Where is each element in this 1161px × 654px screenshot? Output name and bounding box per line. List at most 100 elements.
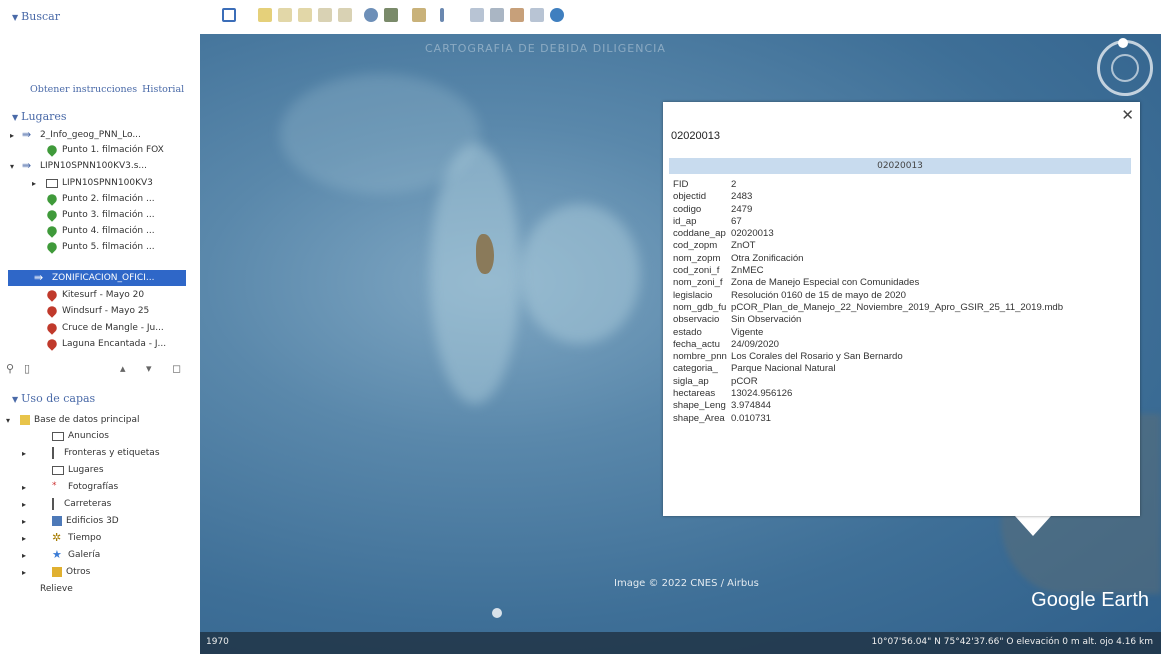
expand-triangle-icon: ▼	[12, 395, 19, 404]
expand-arrow-icon[interactable]: ▸	[22, 449, 26, 458]
navigation-ring-inner[interactable]	[1111, 54, 1139, 82]
google-earth-logo: Google Earth	[1031, 589, 1149, 611]
info-balloon: ✕ 02020013 02020013 FID 2 objectid 2483 codi…	[663, 102, 1140, 516]
gallery-icon: ★	[52, 548, 62, 561]
places-item[interactable]: Windsurf - Mayo 25	[45, 303, 149, 319]
attribute-row: categoria_ Parque Nacional Natural	[673, 363, 1133, 375]
save-image-icon[interactable]	[510, 8, 524, 22]
close-icon[interactable]: ✕	[1121, 106, 1134, 124]
map-toolbar	[200, 0, 1161, 34]
attribute-value: Vigente	[731, 326, 764, 338]
expand-arrow-icon[interactable]: ▸	[10, 131, 14, 140]
ruler-icon[interactable]	[440, 8, 444, 22]
attribute-key: codigo	[673, 203, 702, 215]
layers-panel-header[interactable]: ▼ Uso de capas	[12, 392, 95, 405]
layer-item[interactable]: Lugares	[52, 462, 104, 478]
places-item[interactable]: Cruce de Mangle - Ju...	[45, 320, 164, 336]
layer-item[interactable]: Anuncios	[52, 428, 109, 444]
expand-arrow-icon[interactable]: ▸	[22, 568, 26, 577]
attribute-value: Sin Observación	[731, 314, 802, 326]
north-icon[interactable]	[1118, 38, 1128, 48]
path-icon[interactable]	[298, 8, 312, 22]
expand-arrow-icon[interactable]: ▸	[22, 517, 26, 526]
earth-icon[interactable]	[550, 8, 564, 22]
directions-link[interactable]: Obtener instrucciones	[30, 84, 137, 95]
attribute-row: hectareas 13024.956126	[673, 388, 1133, 400]
attribute-key: shape_Leng	[673, 400, 726, 412]
sidebar: ▼ Buscar Obtener instrucciones Historial ▼…	[0, 0, 200, 654]
layer-item[interactable]: ▸ ★ Galería	[22, 547, 100, 563]
pushpin-icon	[45, 321, 59, 335]
history-link[interactable]: Historial	[142, 84, 184, 95]
pushpin-icon	[45, 192, 59, 206]
places-item[interactable]: Punto 4. filmación ...	[45, 223, 155, 239]
maps-icon[interactable]	[530, 8, 544, 22]
link-icon: ⇛	[22, 159, 32, 172]
layer-item[interactable]: ▸ ✲ Tiempo	[22, 530, 101, 546]
layer-item[interactable]: Relieve	[40, 581, 73, 597]
places-item-label: Punto 2. filmación ...	[62, 194, 155, 204]
places-item-selected[interactable]: ⇛ ZONIFICACION_OFICI...	[8, 270, 186, 286]
balloon-title: 02020013	[671, 130, 720, 142]
collapse-arrow-icon[interactable]: ▾	[10, 162, 14, 171]
collapse-arrow-icon[interactable]: ▾	[6, 416, 10, 425]
expand-arrow-icon[interactable]: ▸	[22, 534, 26, 543]
places-item-label: LIPN10SPNN100KV3	[62, 178, 153, 188]
search-header-label: Buscar	[21, 10, 60, 23]
places-item[interactable]: Kitesurf - Mayo 20	[45, 287, 144, 303]
panel-toggle-icon[interactable]: ▯	[24, 362, 30, 375]
folder-add-icon[interactable]: ◻	[172, 362, 181, 375]
sun-icon[interactable]	[384, 8, 398, 22]
placemark-icon[interactable]	[258, 8, 272, 22]
places-item-label: Laguna Encantada - J...	[62, 339, 167, 349]
layer-item[interactable]: ▸ Fronteras y etiquetas	[22, 445, 160, 461]
polygon-icon[interactable]	[278, 8, 292, 22]
places-item[interactable]: ▸ ⇛ 2_Info_geog_PNN_Lo...	[10, 127, 141, 143]
places-item-label: Punto 3. filmación ...	[62, 210, 155, 220]
move-down-icon[interactable]: ▾	[146, 362, 152, 375]
layer-item[interactable]: ▸ * Fotografías	[22, 479, 118, 495]
print-icon[interactable]	[490, 8, 504, 22]
attribute-key: sigla_ap	[673, 375, 709, 387]
attribute-row: sigla_ap pCOR	[673, 376, 1133, 388]
expand-arrow-icon[interactable]: ▸	[22, 551, 26, 560]
places-item[interactable]: ▸ LIPN10SPNN100KV3	[32, 175, 153, 191]
attribute-row: FID 2	[673, 179, 1133, 191]
places-item[interactable]: Laguna Encantada - J...	[45, 336, 167, 352]
layers-header-label: Uso de capas	[21, 392, 96, 405]
places-item[interactable]: ▾ ⇛ LIPN10SPNN100KV3.s...	[10, 158, 147, 174]
places-panel-header[interactable]: ▼ Lugares	[12, 110, 67, 123]
attribute-row: fecha_actu 24/09/2020	[673, 339, 1133, 351]
places-item[interactable]: Punto 3. filmación ...	[45, 207, 155, 223]
expand-arrow-icon[interactable]: ▸	[22, 483, 26, 492]
history-icon[interactable]	[364, 8, 378, 22]
places-layer-icon	[52, 465, 64, 475]
expand-arrow-icon[interactable]: ▸	[32, 179, 36, 188]
places-item-label: Punto 4. filmación ...	[62, 226, 155, 236]
places-item[interactable]: Punto 1. filmación FOX	[45, 142, 164, 158]
island	[476, 234, 494, 274]
folder-icon	[46, 178, 58, 188]
attribute-value: 3.974844	[731, 400, 772, 412]
attribute-value: Parque Nacional Natural	[731, 363, 836, 375]
planets-icon[interactable]	[412, 8, 426, 22]
layer-item[interactable]: ▸ Carreteras	[22, 496, 111, 512]
places-item[interactable]: Punto 2. filmación ...	[45, 191, 155, 207]
expand-arrow-icon[interactable]: ▸	[22, 500, 26, 509]
search-panel-header[interactable]: ▼ Buscar	[12, 10, 60, 23]
attribute-key: observacio	[673, 314, 720, 326]
attribute-key: hectareas	[673, 388, 716, 400]
places-item[interactable]: Punto 5. filmación ...	[45, 239, 155, 255]
attribute-value: 13024.956126	[731, 388, 793, 400]
layer-item[interactable]: ▸ Otros	[22, 564, 90, 580]
sidebar-toggle-icon[interactable]	[222, 8, 236, 22]
tour-icon[interactable]	[338, 8, 352, 22]
attribute-value: Resolución 0160 de 15 de mayo de 2020	[731, 289, 906, 301]
email-icon[interactable]	[470, 8, 484, 22]
search-icon[interactable]: ⚲	[6, 362, 14, 375]
overlay-icon[interactable]	[318, 8, 332, 22]
move-up-icon[interactable]: ▴	[120, 362, 126, 375]
layer-item[interactable]: ▸ Edificios 3D	[22, 513, 119, 529]
imagery-year[interactable]: 1970	[206, 637, 229, 647]
layer-item[interactable]: ▾ Base de datos principal	[6, 412, 140, 428]
